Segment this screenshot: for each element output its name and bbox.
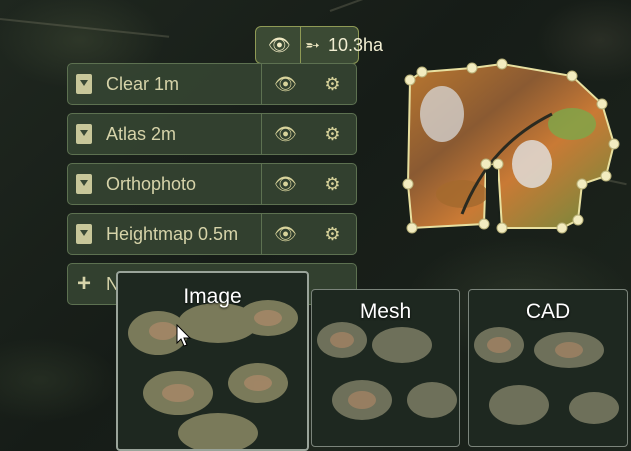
download-file-icon	[76, 74, 92, 94]
map-road	[0, 18, 170, 38]
layer-download-button[interactable]: Heightmap 0.5m	[68, 214, 261, 254]
eye-icon[interactable]: 👁	[262, 214, 309, 254]
layer-label: Heightmap 0.5m	[106, 223, 239, 244]
style-card-mesh[interactable]: Mesh	[311, 289, 460, 447]
plus-icon: +	[76, 270, 91, 297]
area-badge: 👁 ➵ 10.3ha	[255, 26, 383, 64]
area-value: 10.3ha	[327, 34, 384, 55]
style-card-title: CAD	[525, 300, 571, 323]
style-card-image[interactable]: Image	[116, 271, 309, 451]
gear-icon[interactable]: ⚙	[309, 114, 356, 154]
layer-download-button[interactable]: Clear 1m	[68, 64, 261, 104]
gear-icon[interactable]: ⚙	[309, 64, 356, 104]
eye-icon[interactable]: 👁	[262, 114, 309, 154]
layer-row-atlas: Atlas 2m 👁 ⚙	[67, 113, 357, 155]
layer-row-heightmap: Heightmap 0.5m 👁 ⚙	[67, 213, 357, 255]
layer-download-button[interactable]: Atlas 2m	[68, 114, 261, 154]
download-file-icon	[76, 124, 92, 144]
layer-label: Orthophoto	[106, 173, 197, 194]
style-card-title: Image	[183, 285, 242, 308]
mouse-cursor-icon	[176, 324, 192, 347]
style-card-cad[interactable]: CAD	[468, 289, 628, 447]
layer-row-clear: Clear 1m 👁 ⚙	[67, 63, 357, 105]
parcel-heightmap-preview[interactable]	[402, 44, 627, 239]
style-card-title: Mesh	[359, 300, 412, 323]
share-icon[interactable]: ➵	[305, 35, 320, 56]
layer-label: Atlas 2m	[106, 123, 177, 144]
map-road	[329, 0, 444, 12]
eye-icon[interactable]: 👁	[268, 35, 291, 56]
layer-download-button[interactable]: Orthophoto	[68, 164, 261, 204]
eye-icon[interactable]: 👁	[262, 64, 309, 104]
layer-row-orthophoto: Orthophoto 👁 ⚙	[67, 163, 357, 205]
eye-icon[interactable]: 👁	[262, 164, 309, 204]
layer-label: Clear 1m	[106, 73, 180, 94]
download-file-icon	[76, 224, 92, 244]
download-file-icon	[76, 174, 92, 194]
gear-icon[interactable]: ⚙	[309, 164, 356, 204]
gear-icon[interactable]: ⚙	[309, 214, 356, 254]
